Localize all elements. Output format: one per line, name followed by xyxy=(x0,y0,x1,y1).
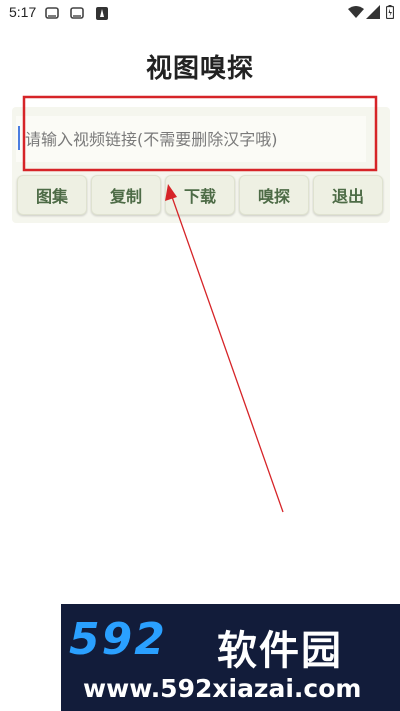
watermark: 592 软件园 www.592xiazai.com xyxy=(61,604,400,711)
watermark-number: 592 xyxy=(69,614,167,665)
watermark-name: 软件园 xyxy=(217,628,343,674)
arrow-head xyxy=(165,184,177,201)
highlight-box xyxy=(22,95,378,172)
arrow-line xyxy=(170,193,284,513)
watermark-url: www.592xiazai.com xyxy=(83,674,362,703)
